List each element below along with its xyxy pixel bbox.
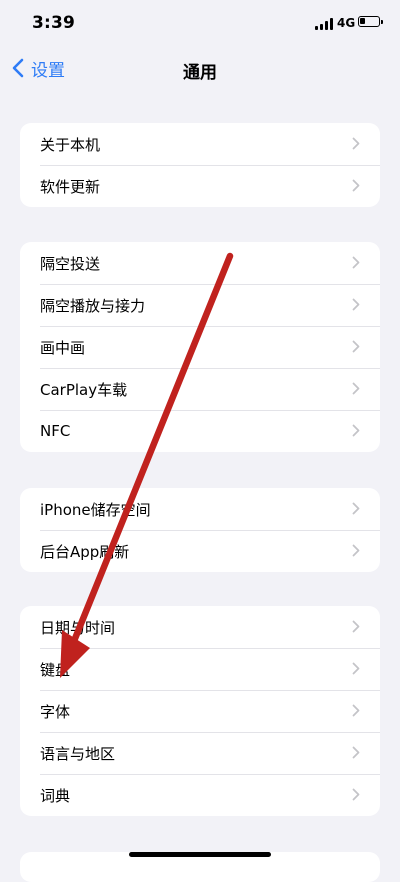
row-iphone-storage[interactable]: iPhone储存空间 <box>20 488 380 530</box>
row-label: 隔空投送 <box>40 254 101 273</box>
row-label: 软件更新 <box>40 177 101 196</box>
page-title: 通用 <box>183 63 217 83</box>
navigation-bar: 设置 通用 <box>0 48 400 90</box>
network-type: 4G <box>337 16 356 30</box>
row-about-phone[interactable]: 关于本机 <box>20 123 380 165</box>
row-dictionary[interactable]: 词典 <box>20 774 380 816</box>
chevron-right-icon <box>352 340 360 353</box>
row-label: 词典 <box>40 786 71 805</box>
row-date-time[interactable]: 日期与时间 <box>20 606 380 648</box>
row-label: 隔空播放与接力 <box>40 296 146 315</box>
row-label: 关于本机 <box>40 135 101 154</box>
chevron-right-icon <box>352 788 360 801</box>
chevron-right-icon <box>352 424 360 437</box>
row-label: NFC <box>40 422 71 440</box>
row-keyboard[interactable]: 键盘 <box>20 648 380 690</box>
row-label: 语言与地区 <box>40 744 116 763</box>
chevron-right-icon <box>352 704 360 717</box>
chevron-right-icon <box>352 382 360 395</box>
battery-icon <box>358 16 383 27</box>
chevron-right-icon <box>352 620 360 633</box>
settings-group-about: 关于本机 软件更新 <box>20 123 380 207</box>
settings-group-locale: 日期与时间 键盘 字体 语言与地区 词典 <box>20 606 380 816</box>
row-carplay[interactable]: CarPlay车载 <box>20 368 380 410</box>
chevron-right-icon <box>352 502 360 515</box>
chevron-right-icon <box>352 544 360 557</box>
chevron-right-icon <box>352 179 360 192</box>
row-label: 字体 <box>40 702 71 721</box>
status-bar: 3:39 4G <box>0 0 400 48</box>
row-background-app-refresh[interactable]: 后台App刷新 <box>20 530 380 572</box>
row-label: CarPlay车载 <box>40 380 128 399</box>
chevron-right-icon <box>352 662 360 675</box>
row-nfc[interactable]: NFC <box>20 410 380 452</box>
row-label: 后台App刷新 <box>40 542 130 561</box>
status-time: 3:39 <box>32 13 76 33</box>
row-software-update[interactable]: 软件更新 <box>20 165 380 207</box>
row-label: 画中画 <box>40 338 86 357</box>
chevron-right-icon <box>352 137 360 150</box>
chevron-right-icon <box>352 298 360 311</box>
row-language-region[interactable]: 语言与地区 <box>20 732 380 774</box>
row-airdrop[interactable]: 隔空投送 <box>20 242 380 284</box>
row-airplay-handoff[interactable]: 隔空播放与接力 <box>20 284 380 326</box>
chevron-right-icon <box>352 256 360 269</box>
row-label: 键盘 <box>40 660 71 679</box>
row-picture-in-picture[interactable]: 画中画 <box>20 326 380 368</box>
row-label: iPhone储存空间 <box>40 500 151 519</box>
settings-group-connectivity: 隔空投送 隔空播放与接力 画中画 CarPlay车载 NFC <box>20 242 380 452</box>
home-indicator[interactable] <box>129 852 271 857</box>
row-label: 日期与时间 <box>40 618 116 637</box>
cellular-signal-icon <box>315 18 333 30</box>
settings-group-storage: iPhone储存空间 后台App刷新 <box>20 488 380 572</box>
row-fonts[interactable]: 字体 <box>20 690 380 732</box>
chevron-right-icon <box>352 746 360 759</box>
